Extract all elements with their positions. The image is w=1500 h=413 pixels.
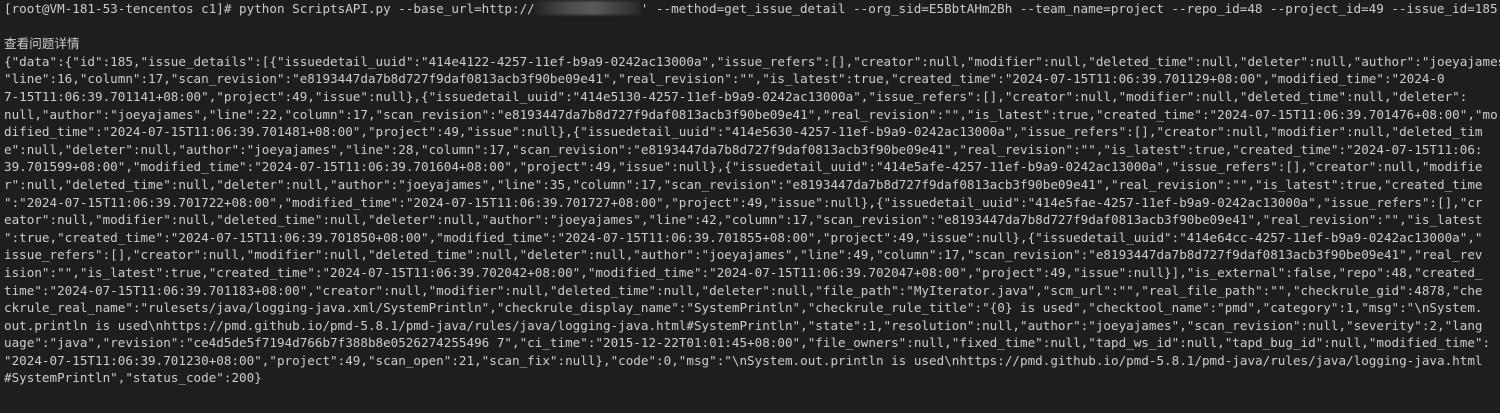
output-line: e":null,"deleter":null,"author":"joeyaja… <box>4 141 1483 157</box>
command-text-end: ' --method=get_issue_detail --org_sid=E5… <box>640 1 1498 16</box>
output-line: r":null,"deleted_time":null,"deleter":nu… <box>4 176 1483 192</box>
output-line: ision":"","is_latest":true,"created_time… <box>4 264 1483 280</box>
output-line: {"data":{"id":185,"issue_details":[{"iss… <box>4 53 1500 69</box>
command-text-start: python ScriptsAPI.py --base_url=http:// <box>239 1 535 16</box>
output-line: out.println is used\nhttps://pmd.github.… <box>4 317 1483 333</box>
output-line: ckrule_real_name":"rulesets/java/logging… <box>4 300 1483 316</box>
output-line: null,"author":"joeyajames","line":22,"co… <box>4 106 1498 122</box>
output-line: dified_time":"2024-07-15T11:06:39.701481… <box>4 124 1483 140</box>
output-line: uage":"java","revision":"ce4d5de5f7194d7… <box>4 335 1491 351</box>
output-line: eator":null,"modifier":null,"deleted_tim… <box>4 212 1483 228</box>
shell-prompt: [root@VM-181-53-tencentos c1]# <box>4 1 240 16</box>
command-line: [root@VM-181-53-tencentos c1]# python Sc… <box>4 0 1500 18</box>
output-line: "line":16,"column":17,"scan_revision":"e… <box>4 71 1445 87</box>
output-line: time":"2024-07-15T11:06:39.701183+08:00"… <box>4 282 1483 298</box>
output-line: 39.701599+08:00","modified_time":"2024-0… <box>4 159 1483 175</box>
output-line: issue_refers":[],"creator":null,"modifie… <box>4 247 1483 263</box>
output-line: "2024-07-15T11:06:39.701230+08:00","proj… <box>4 352 1483 368</box>
terminal-window[interactable]: [root@VM-181-53-tencentos c1]# python Sc… <box>0 0 1500 413</box>
output-line: ":"2024-07-15T11:06:39.701722+08:00","mo… <box>4 194 1483 210</box>
output-line: ":true,"created_time":"2024-07-15T11:06:… <box>4 229 1483 245</box>
output-heading: 查看问题详情 <box>4 36 80 52</box>
redacted-url-block <box>534 1 641 15</box>
output-line: #SystemPrintln","status_code":200} <box>4 370 262 386</box>
output-line: 7-15T11:06:39.701141+08:00","project":49… <box>4 88 1468 104</box>
